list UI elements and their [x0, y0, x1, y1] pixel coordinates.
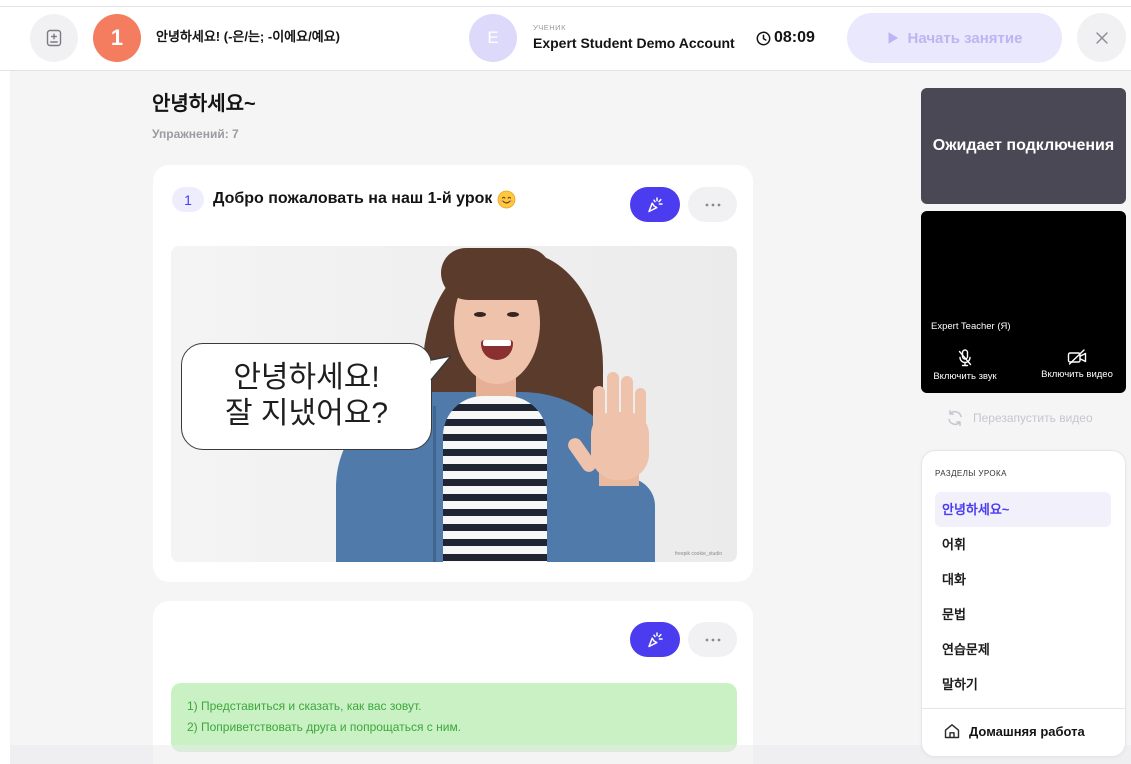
image-credit: freepik cookie_studio — [675, 551, 722, 557]
exercise-title-text: Добро пожаловать на наш 1-й урок — [213, 190, 493, 207]
speech-bubble-line: 안녕하세요! — [233, 361, 380, 394]
lesson-content-area: 안녕하세요~ Упражнений: 7 1 Добро пожаловать … — [10, 71, 1131, 764]
refresh-icon — [948, 410, 962, 426]
section-item[interactable]: 연습문제 — [935, 632, 1111, 667]
local-video-tile: Expert Teacher (Я) Включить звук Включит… — [921, 211, 1126, 393]
lesson-timer: 08:09 — [756, 28, 815, 48]
exercise-image: 안녕하세요! 잘 지냈어요? freepik cookie_studio — [171, 246, 737, 562]
speech-bubble: 안녕하세요! 잘 지냈어요? — [181, 343, 452, 450]
home-icon — [944, 724, 960, 739]
camera-off-icon — [1067, 349, 1087, 365]
section-item[interactable]: 안녕하세요~ — [935, 492, 1111, 527]
illustration-teeth — [483, 340, 511, 346]
speech-bubble-tail — [430, 355, 452, 381]
student-role-label: УЧЕНИК — [533, 23, 566, 32]
exercise-card: 1) Представиться и сказать, как вас зову… — [153, 601, 753, 764]
mic-off-icon — [958, 349, 972, 367]
exercise-card: 1 Добро пожаловать на наш 1-й урок 안녕하세요… — [153, 165, 753, 582]
self-video-name: Expert Teacher (Я) — [931, 321, 1011, 332]
enable-audio-button[interactable]: Включить звук — [925, 349, 1005, 383]
lesson-title: 안녕하세요! (-은/는; -이에요/예요) — [156, 29, 340, 44]
homework-button[interactable]: Домашняя работа — [943, 720, 1085, 742]
task-line: 1) Представиться и сказать, как вас зову… — [187, 699, 422, 713]
task-line: 2) Поприветствовать друга и попрощаться … — [187, 720, 462, 734]
illustration-striped-shirt — [443, 396, 547, 562]
illustration-hair-fringe — [441, 248, 551, 300]
illustration-right-eye — [507, 312, 519, 317]
timer-value: 08:09 — [774, 29, 815, 46]
exercise-more-button[interactable] — [688, 187, 737, 222]
task-box: 1) Представиться и сказать, как вас зову… — [171, 683, 737, 752]
exercise-action-button[interactable] — [630, 187, 680, 222]
lesson-number-badge: 1 — [93, 14, 141, 62]
enable-audio-label: Включить звук — [933, 371, 997, 382]
illustration-finger — [593, 386, 605, 434]
start-lesson-label: Начать занятие — [907, 29, 1023, 47]
start-lesson-button[interactable]: Начать занятие — [847, 13, 1062, 63]
enable-video-label: Включить видео — [1041, 369, 1113, 380]
section-item[interactable]: 어휘 — [935, 527, 1111, 562]
exercise-action-button[interactable] — [630, 622, 680, 657]
illustration-sleeve — [581, 478, 655, 562]
student-avatar: E — [469, 14, 517, 62]
exercise-more-button[interactable] — [688, 622, 737, 657]
more-icon — [705, 638, 720, 641]
speech-bubble-line: 잘 지냈어요? — [224, 397, 389, 430]
sections-divider — [922, 708, 1125, 709]
more-icon — [705, 203, 720, 206]
lesson-sections-heading: РАЗДЕЛЫ УРОКА — [935, 469, 1007, 478]
top-divider — [0, 6, 1131, 7]
restart-video-button[interactable]: Перезапустить видео — [946, 408, 1093, 428]
section-item[interactable]: 대화 — [935, 562, 1111, 597]
section-item[interactable]: 문법 — [935, 597, 1111, 632]
illustration-finger — [607, 372, 619, 432]
click-sparkle-icon — [648, 631, 663, 647]
exercise-number-badge: 1 — [172, 187, 204, 212]
lesson-header: 1 안녕하세요! (-은/는; -이에요/예요) E УЧЕНИК Expert… — [0, 0, 1131, 71]
illustration-finger — [621, 376, 633, 432]
enable-video-button[interactable]: Включить видео — [1030, 349, 1124, 381]
exercise-count: Упражнений: 7 — [152, 127, 239, 141]
close-icon — [1095, 31, 1108, 44]
exercise-title: Добро пожаловать на наш 1-й урок — [213, 189, 516, 209]
illustration-left-eye — [474, 312, 486, 317]
notebook-plus-icon — [46, 29, 62, 47]
lesson-notes-button[interactable] — [30, 14, 78, 62]
close-button[interactable] — [1077, 13, 1126, 62]
illustration-jacket-seam — [433, 406, 436, 562]
restart-video-label: Перезапустить видео — [973, 411, 1093, 425]
lesson-sections-list: 안녕하세요~ 어휘 대화 문법 연습문제 말하기 — [935, 492, 1111, 702]
click-sparkle-icon — [648, 196, 663, 212]
homework-label: Домашняя работа — [969, 723, 1085, 739]
section-title: 안녕하세요~ — [152, 93, 256, 115]
play-icon — [888, 32, 898, 44]
clock-icon — [756, 31, 771, 45]
illustration-finger — [635, 388, 646, 432]
lesson-sections-panel: РАЗДЕЛЫ УРОКА 안녕하세요~ 어휘 대화 문법 연습문제 말하기 Д… — [921, 450, 1126, 757]
student-name: Expert Student Demo Account — [533, 35, 735, 51]
section-item[interactable]: 말하기 — [935, 667, 1111, 702]
smiling-face-icon — [497, 190, 516, 208]
remote-video-waiting: Ожидает подключения — [921, 88, 1126, 204]
